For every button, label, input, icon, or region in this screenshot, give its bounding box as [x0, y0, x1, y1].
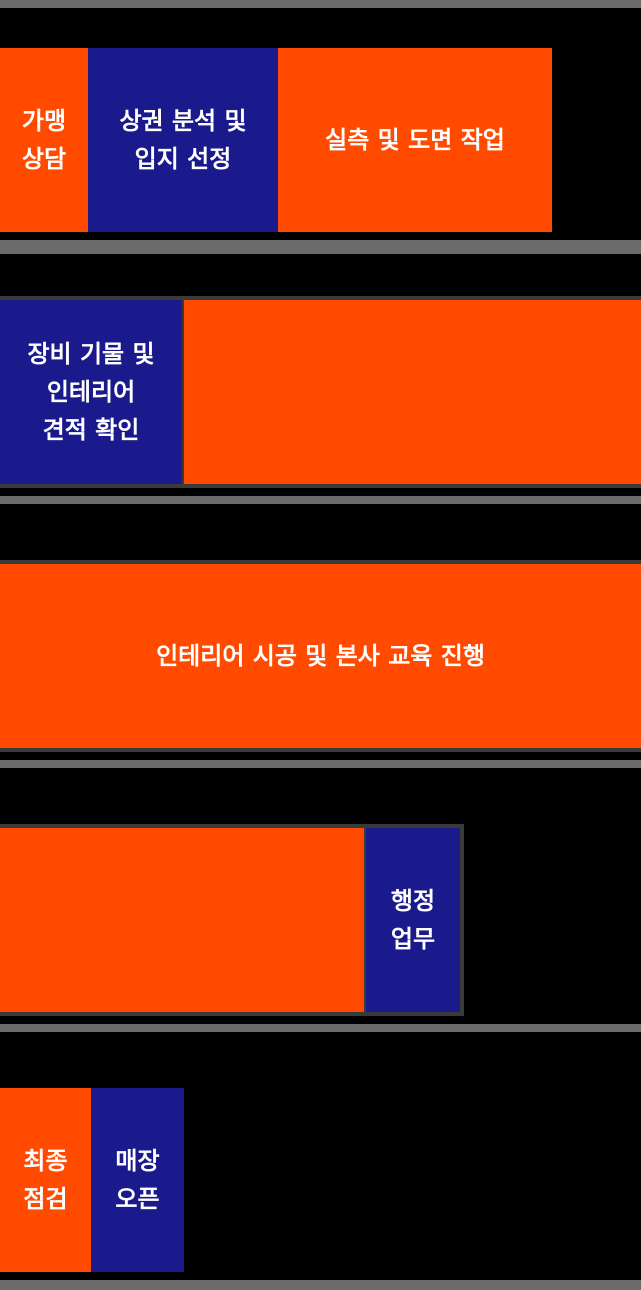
step-open: 매장 오픈	[91, 1088, 184, 1272]
divider-3	[0, 760, 641, 768]
divider-4	[0, 1024, 641, 1032]
divider-2	[0, 496, 641, 504]
step-estimate: 장비 기물 및 인테리어 견적 확인	[0, 300, 182, 484]
timeline-row-1: 가맹 상담 상권 분석 및 입지 선정 실측 및 도면 작업	[0, 48, 552, 232]
step-final-check: 최종 점검	[0, 1088, 91, 1272]
timeline-row-4: 행정 업무	[0, 824, 464, 1016]
timeline-row-5: 최종 점검 매장 오픈	[0, 1088, 184, 1272]
step-consult: 가맹 상담	[0, 48, 88, 232]
step-admin: 행정 업무	[366, 828, 460, 1012]
step-survey: 실측 및 도면 작업	[278, 48, 552, 232]
step-site-analysis: 상권 분석 및 입지 선정	[88, 48, 278, 232]
step-construction: 인테리어 시공 및 본사 교육 진행	[0, 564, 641, 748]
divider-top	[0, 0, 641, 8]
timeline-row-2: 장비 기물 및 인테리어 견적 확인	[0, 296, 641, 488]
divider-1	[0, 240, 641, 254]
step-construction-continuation	[0, 828, 364, 1012]
step-estimate-continuation	[184, 300, 641, 484]
divider-bottom	[0, 1280, 641, 1290]
timeline-row-3: 인테리어 시공 및 본사 교육 진행	[0, 560, 641, 752]
